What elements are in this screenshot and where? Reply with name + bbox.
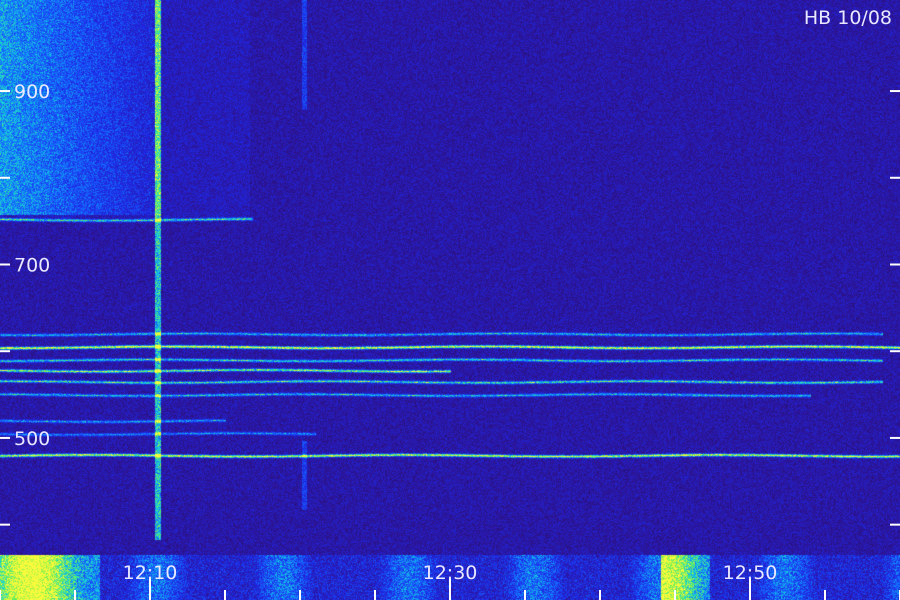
chart-overlay: HB 10/08 900 700 500 12:10 12:30 12:50 [0,7,900,600]
y-axis: 900 700 500 [0,81,900,526]
x-axis: 12:10 12:30 12:50 [0,562,900,600]
y-tick-label: 900 [14,81,50,103]
x-tick-label: 12:50 [723,562,778,584]
chart-title: HB 10/08 [804,7,892,29]
y-tick-label: 700 [14,254,50,276]
y-tick-label: 500 [14,428,50,450]
x-tick-label: 12:10 [123,562,178,584]
x-tick-label: 12:30 [423,562,478,584]
